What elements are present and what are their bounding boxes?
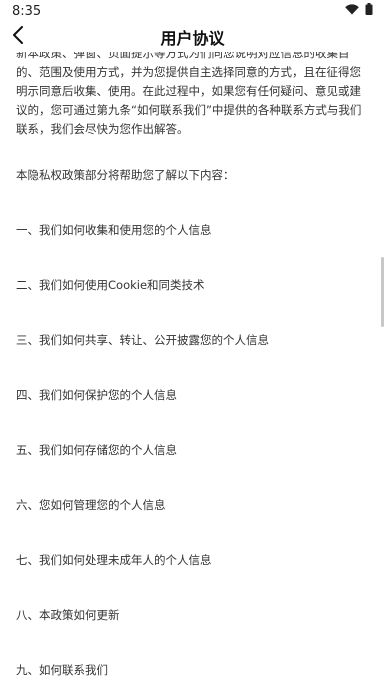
status-icons <box>345 3 373 19</box>
chevron-left-icon <box>12 26 24 48</box>
nav-bar: 用户协议 <box>0 22 385 52</box>
back-button[interactable] <box>4 22 32 52</box>
toc-item: 四、我们如何保护您的个人信息 <box>16 388 177 402</box>
toc-lead: 本隐私权政策部分将帮助您了解以下内容： <box>16 168 235 182</box>
toc-item: 一、我们如何收集和使用您的个人信息 <box>16 223 212 237</box>
intro-paragraph: 新本政策、弹窗、页面提示等方式为们同您说明对应信息的收集目的、范围及使用方式，并… <box>16 52 362 136</box>
battery-icon <box>365 3 373 19</box>
toc-item: 二、我们如何使用Cookie和同类技术 <box>16 278 205 292</box>
scrollbar[interactable] <box>381 257 384 327</box>
toc-item: 三、我们如何共享、转让、公开披露您的个人信息 <box>16 333 269 347</box>
toc-item: 七、我们如何处理未成年人的个人信息 <box>16 553 212 567</box>
toc-item: 六、您如何管理您的个人信息 <box>16 498 166 512</box>
toc-item: 五、我们如何存储您的个人信息 <box>16 443 177 457</box>
policy-content[interactable]: 新本政策、弹窗、页面提示等方式为们同您说明对应信息的收集目的、范围及使用方式，并… <box>0 52 385 686</box>
toc-item: 八、本政策如何更新 <box>16 608 120 622</box>
status-bar: 8:35 <box>0 0 385 22</box>
wifi-icon <box>345 3 359 19</box>
toc-item: 九、如何联系我们 <box>16 663 108 677</box>
page-title: 用户协议 <box>160 29 225 48</box>
status-time: 8:35 <box>12 3 42 19</box>
